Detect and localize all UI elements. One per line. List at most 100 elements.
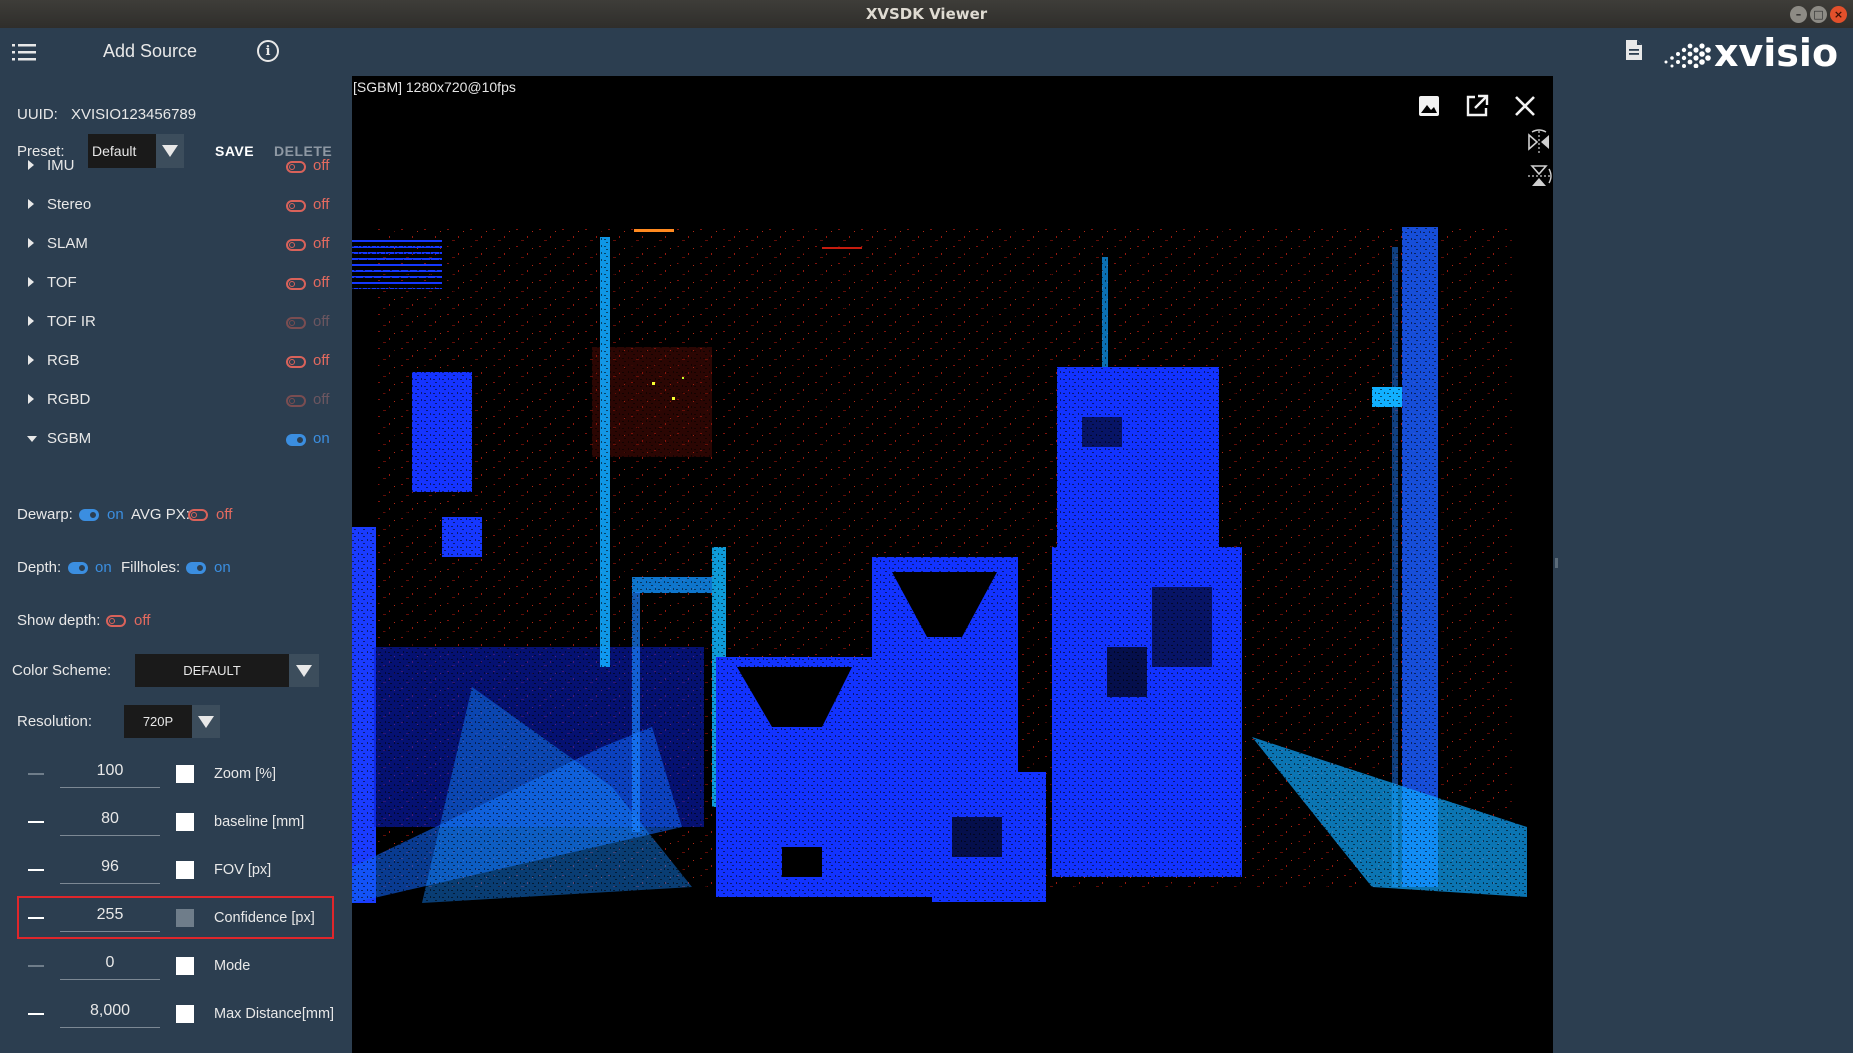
maximize-button[interactable]: □ bbox=[1810, 6, 1827, 23]
decrement-button[interactable] bbox=[28, 869, 44, 871]
caret-right-icon[interactable] bbox=[28, 160, 34, 170]
dock-resize-handle[interactable] bbox=[1555, 558, 1558, 568]
dewarp-toggle[interactable] bbox=[79, 509, 99, 521]
module-label: Stereo bbox=[47, 196, 92, 213]
module-row-rgb[interactable]: RGB off bbox=[0, 349, 352, 375]
module-row-stereo[interactable]: Stereo off bbox=[0, 193, 352, 219]
increment-button[interactable] bbox=[176, 1005, 194, 1023]
module-label: SLAM bbox=[47, 235, 88, 252]
chevron-down-icon[interactable] bbox=[289, 654, 319, 687]
minimize-button[interactable]: – bbox=[1790, 6, 1807, 23]
caret-right-icon[interactable] bbox=[28, 316, 34, 326]
control-panel: UUID: XVISIO123456789 Preset: Default SA… bbox=[0, 76, 352, 1053]
fillholes-state: on bbox=[214, 559, 231, 576]
param-value-input[interactable]: 96 bbox=[60, 852, 160, 884]
param-label: Zoom [%] bbox=[214, 766, 277, 782]
add-source-button[interactable]: Add Source bbox=[103, 41, 197, 62]
depth-map-image bbox=[352, 227, 1527, 903]
decrement-button[interactable] bbox=[28, 821, 44, 823]
param-label: Mode bbox=[214, 958, 251, 974]
resolution-dropdown[interactable]: 720P bbox=[124, 705, 220, 738]
module-row-slam[interactable]: SLAM off bbox=[0, 232, 352, 258]
fillholes-toggle[interactable] bbox=[186, 562, 206, 574]
module-toggle[interactable] bbox=[286, 356, 306, 368]
module-toggle[interactable] bbox=[286, 161, 306, 173]
avgpx-toggle[interactable] bbox=[188, 509, 208, 521]
video-viewer: [SGBM] 1280x720@10fps bbox=[352, 76, 1553, 1053]
module-label: RGBD bbox=[47, 391, 91, 408]
showdepth-state: off bbox=[134, 612, 151, 629]
colorscheme-dropdown[interactable]: DEFAULT bbox=[135, 654, 319, 687]
module-label: SGBM bbox=[47, 430, 92, 447]
module-row-tof-ir[interactable]: TOF IR off bbox=[0, 310, 352, 336]
module-row-imu[interactable]: IMU off bbox=[0, 154, 352, 180]
param-label: baseline [mm] bbox=[214, 814, 305, 830]
window-controls: – □ × bbox=[1790, 6, 1847, 23]
caret-right-icon[interactable] bbox=[28, 277, 34, 287]
decrement-button[interactable] bbox=[28, 773, 44, 775]
image-icon[interactable] bbox=[1416, 93, 1442, 119]
module-row-sgbm[interactable]: SGBM on bbox=[0, 427, 352, 453]
caret-down-icon[interactable] bbox=[27, 436, 37, 442]
module-state: off bbox=[313, 313, 330, 330]
module-toggle[interactable] bbox=[286, 239, 306, 251]
module-toggle[interactable] bbox=[286, 434, 306, 446]
depth-state: on bbox=[95, 559, 112, 576]
avgpx-label: AVG PX: bbox=[131, 506, 190, 523]
stream-label: [SGBM] 1280x720@10fps bbox=[353, 79, 516, 95]
increment-button[interactable] bbox=[176, 765, 194, 783]
depth-toggle[interactable] bbox=[68, 562, 88, 574]
module-state: on bbox=[313, 430, 330, 447]
caret-right-icon[interactable] bbox=[28, 355, 34, 365]
chevron-down-icon[interactable] bbox=[192, 705, 220, 738]
right-dock-panel bbox=[1553, 76, 1853, 1053]
info-circle-icon[interactable]: i bbox=[257, 40, 279, 62]
module-toggle[interactable] bbox=[286, 317, 306, 329]
param-row-mode: 0 Mode bbox=[0, 946, 352, 988]
close-window-button[interactable]: × bbox=[1830, 6, 1847, 23]
decrement-button[interactable] bbox=[28, 965, 44, 967]
list-menu-icon[interactable] bbox=[12, 42, 38, 62]
module-state: off bbox=[313, 352, 330, 369]
module-row-rgbd[interactable]: RGBD off bbox=[0, 388, 352, 414]
caret-right-icon[interactable] bbox=[28, 199, 34, 209]
param-value-input[interactable]: 8,000 bbox=[60, 996, 160, 1028]
external-link-icon[interactable] bbox=[1464, 93, 1490, 119]
param-row-baseline-mm: 80 baseline [mm] bbox=[0, 802, 352, 844]
increment-button[interactable] bbox=[176, 813, 194, 831]
module-toggle[interactable] bbox=[286, 278, 306, 290]
flip-vertical-icon[interactable] bbox=[1526, 163, 1552, 189]
colorscheme-value: DEFAULT bbox=[183, 663, 241, 678]
app-header: Add Source i xvisio bbox=[0, 28, 1853, 76]
increment-button[interactable] bbox=[176, 957, 194, 975]
param-value-input[interactable]: 100 bbox=[60, 756, 160, 788]
param-row-max-distance-mm: 8,000 Max Distance[mm] bbox=[0, 994, 352, 1036]
flip-horizontal-icon[interactable] bbox=[1526, 129, 1552, 155]
dewarp-label: Dewarp: bbox=[17, 506, 73, 523]
decrement-button[interactable] bbox=[28, 1013, 44, 1015]
dewarp-state: on bbox=[107, 506, 124, 523]
param-value-input[interactable]: 80 bbox=[60, 804, 160, 836]
module-label: RGB bbox=[47, 352, 80, 369]
module-state: off bbox=[313, 157, 330, 174]
caret-right-icon[interactable] bbox=[28, 238, 34, 248]
showdepth-label: Show depth: bbox=[17, 612, 101, 629]
module-row-tof[interactable]: TOF off bbox=[0, 271, 352, 297]
module-toggle[interactable] bbox=[286, 200, 306, 212]
document-icon[interactable] bbox=[1625, 39, 1643, 61]
increment-button[interactable] bbox=[176, 861, 194, 879]
param-label: Max Distance[mm] bbox=[214, 1006, 335, 1022]
window-title: XVSDK Viewer bbox=[865, 5, 988, 23]
module-state: off bbox=[313, 196, 330, 213]
close-icon[interactable] bbox=[1512, 93, 1538, 119]
module-toggle[interactable] bbox=[286, 395, 306, 407]
caret-right-icon[interactable] bbox=[28, 394, 34, 404]
colorscheme-label: Color Scheme: bbox=[12, 662, 112, 679]
module-state: off bbox=[313, 391, 330, 408]
param-value-input[interactable]: 0 bbox=[60, 948, 160, 980]
param-label: FOV [px] bbox=[214, 862, 272, 878]
module-state: off bbox=[313, 235, 330, 252]
showdepth-toggle[interactable] bbox=[106, 615, 126, 627]
depth-label: Depth: bbox=[17, 559, 62, 576]
module-state: off bbox=[313, 274, 330, 291]
